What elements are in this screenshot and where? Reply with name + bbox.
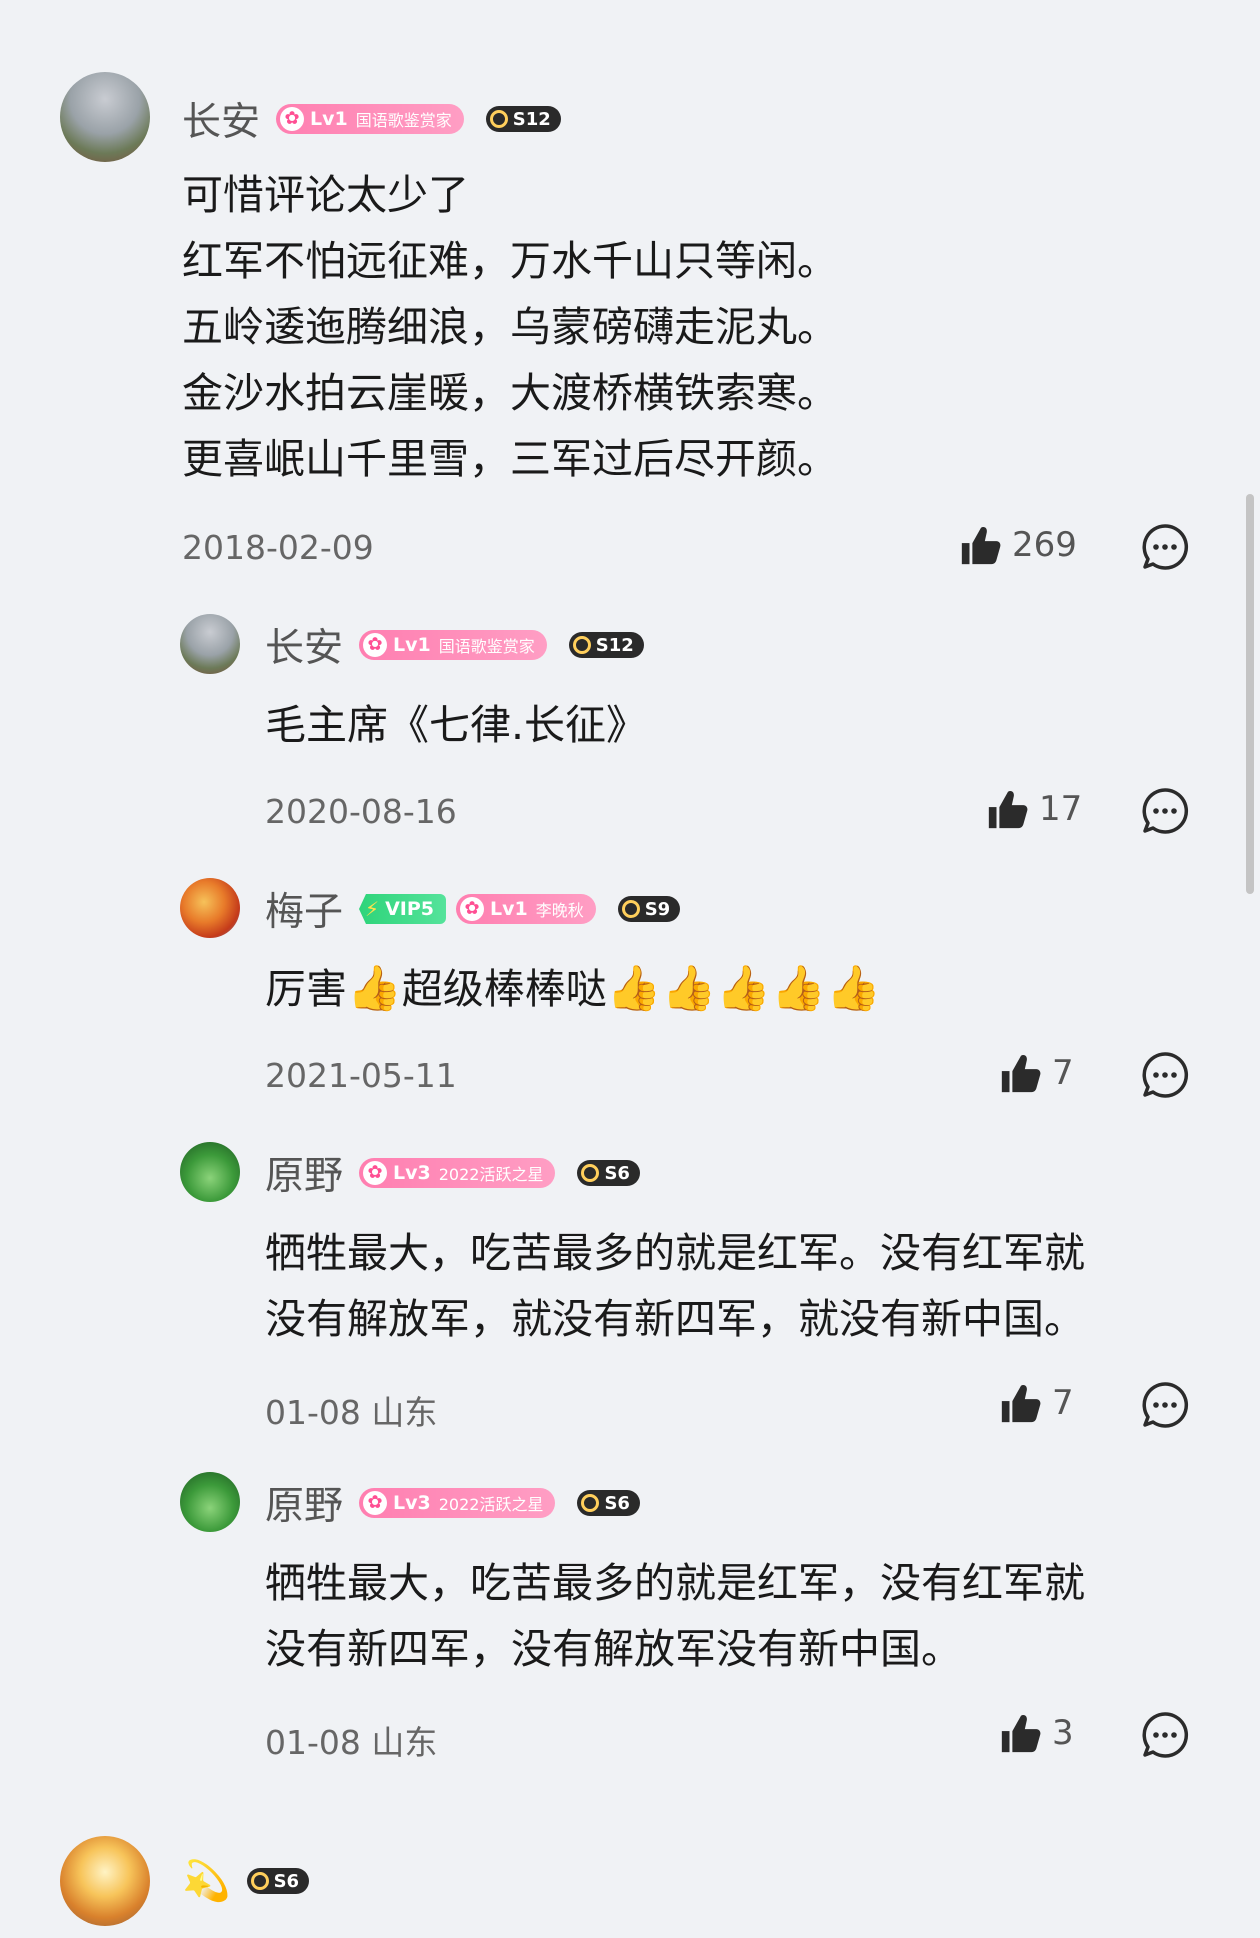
coin-icon (489, 110, 508, 128)
avatar[interactable] (60, 1836, 150, 1926)
comment-text: 牺牲最大，吃苦最多的就是红军。没有红军就 没有解放军，就没有新四军，就没有新中国… (265, 1229, 1085, 1343)
avatar[interactable] (180, 1472, 240, 1532)
comment-text: 毛主席《七律.长征》 (265, 701, 648, 749)
comment-bubble-icon[interactable] (1140, 1710, 1190, 1760)
flower-icon: ✿ (280, 107, 305, 131)
season-badge[interactable]: S12 (485, 106, 561, 132)
username[interactable]: 原野 (265, 1145, 343, 1201)
like-count: 269 (1012, 525, 1077, 565)
comment-date: 01-08 山东 (265, 1723, 438, 1762)
season-badge[interactable]: S6 (246, 1868, 310, 1894)
avatar[interactable] (60, 72, 150, 162)
coin-icon (250, 1872, 269, 1890)
thumbs-up-emoji: 👍 (771, 963, 826, 1014)
like-count: 7 (1052, 1383, 1074, 1423)
season-badge[interactable]: S6 (577, 1160, 640, 1186)
thumbs-up-icon (998, 1380, 1044, 1426)
like-button[interactable]: 17 (985, 786, 1082, 832)
season-badge[interactable]: S12 (568, 632, 644, 658)
comment-text: 牺牲最大，吃苦最多的就是红军，没有红军就 没有新四军，没有解放军没有新中国。 (265, 1559, 1085, 1673)
like-button[interactable]: 269 (958, 522, 1077, 568)
flower-icon: ✿ (459, 897, 484, 921)
comment-text: 可惜评论太少了 红军不怕远征难，万水千山只等闲。 五岭逶迤腾细浪，乌蒙磅礴走泥丸… (182, 171, 838, 483)
thumbs-up-emoji: 👍 (347, 963, 402, 1014)
username[interactable]: 梅子 (265, 881, 343, 937)
like-count: 3 (1052, 1713, 1074, 1753)
comment-date: 01-08 山东 (265, 1393, 438, 1432)
coin-icon (621, 900, 640, 918)
level-badge[interactable]: ✿ Lv3 2022活跃之星 (359, 1488, 556, 1518)
level-badge[interactable]: ✿ Lv1 李晚秋 (455, 894, 596, 924)
username[interactable]: 长安 (182, 91, 260, 147)
like-button[interactable]: 7 (998, 1050, 1074, 1096)
vip-badge[interactable]: ⚡ VIP5 (359, 894, 446, 924)
comment-text: 厉害👍超级棒棒哒👍👍👍👍👍 (265, 963, 881, 1014)
comment-date: 2020-08-16 (265, 792, 457, 831)
username[interactable]: 长安 (265, 617, 343, 673)
comment-bubble-icon[interactable] (1140, 1050, 1190, 1100)
thumbs-up-icon (958, 522, 1004, 568)
thumbs-up-icon (998, 1710, 1044, 1756)
thumbs-up-icon (998, 1050, 1044, 1096)
like-count: 17 (1039, 789, 1083, 829)
scrollbar[interactable] (1246, 494, 1254, 894)
flower-icon: ✿ (363, 1161, 388, 1185)
coin-icon (581, 1494, 600, 1512)
flower-icon: ✿ (363, 633, 388, 657)
thumbs-up-emoji: 👍 (661, 963, 717, 1014)
like-count: 7 (1052, 1053, 1074, 1093)
coin-icon (581, 1164, 600, 1182)
coin-icon (572, 636, 591, 654)
avatar[interactable] (180, 614, 240, 674)
comment-date: 2018-02-09 (182, 528, 374, 567)
username[interactable]: 💫 (182, 1858, 231, 1904)
flower-icon: ✿ (363, 1491, 388, 1515)
thumbs-up-emoji: 👍 (606, 963, 662, 1014)
avatar[interactable] (180, 878, 240, 938)
like-button[interactable]: 7 (998, 1380, 1074, 1426)
username[interactable]: 原野 (265, 1475, 343, 1531)
comment-bubble-icon[interactable] (1140, 1380, 1190, 1430)
comment-bubble-icon[interactable] (1140, 522, 1190, 572)
bolt-icon: ⚡ (365, 897, 380, 921)
thumbs-up-emoji: 👍 (716, 963, 772, 1014)
season-badge[interactable]: S6 (577, 1490, 640, 1516)
level-badge[interactable]: ✿ Lv1 国语歌鉴赏家 (359, 630, 547, 660)
level-badge[interactable]: ✿ Lv3 2022活跃之星 (359, 1158, 556, 1188)
comment-date: 2021-05-11 (265, 1056, 457, 1095)
avatar[interactable] (180, 1142, 240, 1202)
like-button[interactable]: 3 (998, 1710, 1074, 1756)
comment-bubble-icon[interactable] (1140, 786, 1190, 836)
thumbs-up-icon (985, 786, 1031, 832)
level-badge[interactable]: ✿ Lv1 国语歌鉴赏家 (276, 104, 464, 134)
thumbs-up-emoji: 👍 (825, 963, 881, 1014)
season-badge[interactable]: S9 (617, 896, 681, 922)
